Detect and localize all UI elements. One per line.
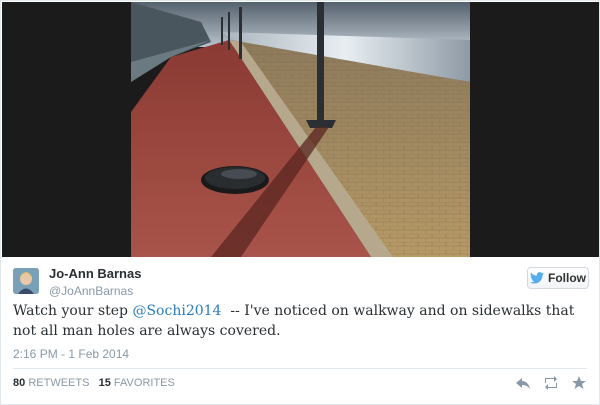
favorite-icon[interactable] [571,375,587,391]
tweet-text: Watch your step @Sochi2014 -- I've notic… [13,301,591,341]
user-name[interactable]: Jo-Ann Barnas [49,266,141,281]
tweet-actions [515,375,587,391]
favorites-count[interactable]: 15 [99,377,111,389]
tweet-photo[interactable] [131,2,470,257]
avatar-image [13,268,39,294]
retweet-icon[interactable] [543,375,559,391]
favorites-label[interactable]: FAVORITES [114,377,175,389]
tweet-stats: 80 RETWEETS 15 FAVORITES [13,377,175,389]
avatar[interactable] [13,268,39,294]
reply-icon[interactable] [515,375,531,391]
retweets-count[interactable]: 80 [13,377,25,389]
twitter-bird-icon [530,272,544,284]
mention-link[interactable]: @Sochi2014 [132,303,221,319]
tweet-media[interactable] [2,2,599,257]
tweet-text-before: Watch your step [13,303,133,319]
follow-label: Follow [548,271,586,285]
tweet-card: Jo-Ann Barnas @JoAnnBarnas Follow Watch … [0,0,600,405]
follow-button[interactable]: Follow [527,267,589,289]
retweets-label[interactable]: RETWEETS [28,377,89,389]
divider [13,368,587,369]
user-handle[interactable]: @JoAnnBarnas [49,284,133,298]
tweet-body: Jo-Ann Barnas @JoAnnBarnas Follow Watch … [1,257,599,404]
boardwalk-photo [131,2,470,257]
tweet-timestamp[interactable]: 2:16 PM - 1 Feb 2014 [13,347,129,361]
